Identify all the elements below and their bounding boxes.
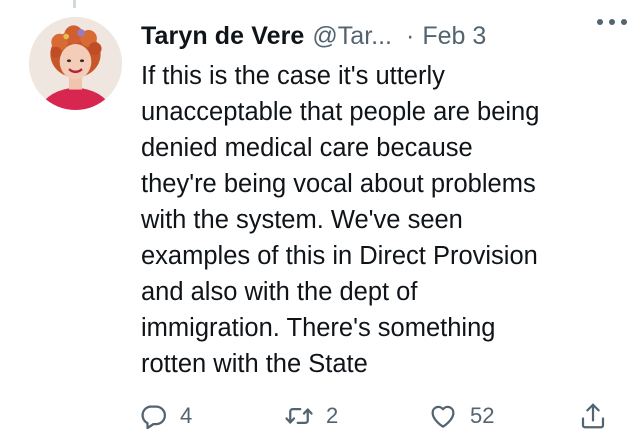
reply-count: 4	[180, 403, 193, 428]
more-dot	[609, 19, 615, 25]
tweet-text-line: If this is the case it's utterly	[141, 62, 445, 90]
more-dot	[597, 19, 603, 25]
avatar-image	[29, 17, 122, 110]
like-button[interactable]: 52	[428, 398, 494, 434]
like-count: 52	[470, 403, 495, 428]
tweet-text-line: immigration. There's something	[141, 314, 496, 342]
reply-button[interactable]: 4	[138, 398, 192, 434]
more-dot	[621, 19, 627, 25]
reply-icon	[141, 405, 166, 430]
retweet-count: 2	[326, 403, 339, 428]
avatar[interactable]	[29, 17, 122, 110]
more-options-icon[interactable]	[597, 12, 627, 32]
tweet-date[interactable]: Feb 3	[422, 22, 486, 51]
author-name[interactable]: Taryn de Vere	[141, 22, 304, 51]
tweet-text-line: and also with the dept of	[141, 278, 418, 306]
tweet-text-line: unacceptable that people are being	[141, 98, 540, 126]
tweet-header: Taryn de Vere @Tar... · Feb 3	[141, 19, 621, 53]
tweet-text-line: with the system. We've seen	[141, 206, 463, 234]
share-button[interactable]	[578, 398, 608, 434]
tweet-text-line: rotten with the State	[141, 350, 368, 378]
tweet-actions-bar: 4 2 52	[138, 398, 618, 434]
tweet-text: If this is the case it's utterly unaccep…	[141, 58, 611, 382]
share-icon	[581, 403, 605, 429]
retweet-icon	[285, 408, 313, 424]
author-handle[interactable]: @Tar...	[312, 22, 392, 51]
tweet-text-line: they're being vocal about problems	[141, 170, 536, 198]
heart-icon	[431, 405, 455, 428]
header-separator: ·	[406, 21, 415, 50]
tweet-text-line: examples of this in Direct Provision	[141, 242, 538, 270]
retweet-button[interactable]: 2	[284, 398, 338, 434]
tweet-text-line: denied medical care because	[141, 134, 473, 162]
thread-connector-line	[73, 0, 76, 8]
